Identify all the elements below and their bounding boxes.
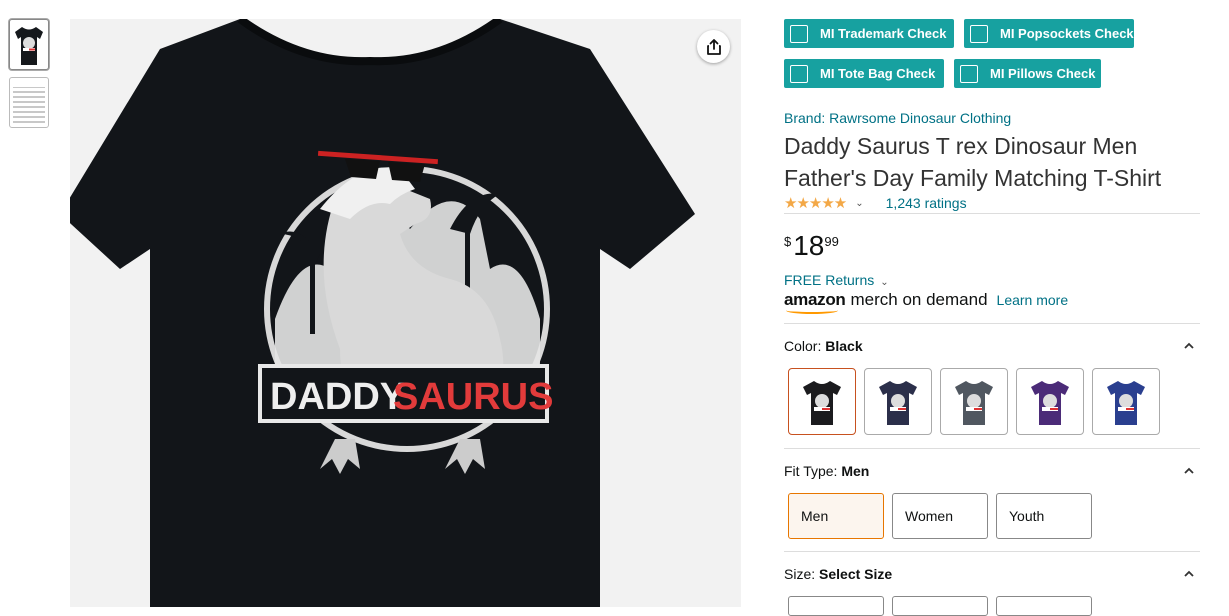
size-option[interactable] xyxy=(996,596,1092,616)
checkbox-icon[interactable] xyxy=(790,64,808,83)
thumbnail-size-chart[interactable] xyxy=(9,77,49,128)
tshirt-thumbnail-icon xyxy=(15,26,43,65)
mi-check-label: MI Tote Bag Check xyxy=(820,66,936,81)
mi-check-label: MI Trademark Check xyxy=(820,26,947,41)
merch-on-demand: amazon merch on demand Learn more xyxy=(784,290,1069,314)
share-icon xyxy=(706,38,721,55)
color-selected-value: Black xyxy=(825,338,863,354)
mi-trademark-check-button[interactable]: MI Trademark Check xyxy=(784,19,954,48)
product-title: Daddy Saurus T rex Dinosaur Men Father's… xyxy=(784,133,1162,191)
checkbox-icon[interactable] xyxy=(970,24,988,43)
color-swatch-black[interactable] xyxy=(788,368,856,435)
amazon-logo: amazon xyxy=(784,290,846,314)
mi-tote-bag-check-button[interactable]: MI Tote Bag Check xyxy=(784,59,944,88)
size-label-text: Size: xyxy=(784,566,816,582)
size-selected-value: Select Size xyxy=(819,566,893,582)
tshirt-image: DADDY SAURUS xyxy=(70,19,695,607)
fit-option-women[interactable]: Women xyxy=(892,493,988,539)
color-swatch-purple[interactable] xyxy=(1016,368,1084,435)
size-label: Size: Select Size xyxy=(784,566,892,582)
price-whole: 18 xyxy=(793,230,825,261)
tshirt-swatch-icon xyxy=(1031,380,1069,425)
divider xyxy=(784,448,1200,449)
mi-check-label: MI Pillows Check xyxy=(990,66,1096,81)
price: $ 18 99 xyxy=(784,230,839,262)
mi-popsockets-check-button[interactable]: MI Popsockets Check xyxy=(964,19,1134,48)
tshirt-swatch-icon xyxy=(879,380,917,425)
fit-type-label: Fit Type: Men xyxy=(784,463,869,479)
color-label: Color: Black xyxy=(784,338,863,354)
chevron-up-icon[interactable] xyxy=(1184,466,1194,476)
size-chart-icon xyxy=(13,83,45,123)
tshirt-swatch-icon xyxy=(803,380,841,425)
size-option[interactable] xyxy=(892,596,988,616)
divider xyxy=(784,323,1200,324)
fit-type-label-text: Fit Type: xyxy=(784,463,838,479)
chevron-down-icon: ⌄ xyxy=(880,277,889,288)
checkbox-icon[interactable] xyxy=(790,24,808,43)
tshirt-swatch-icon xyxy=(955,380,993,425)
ratings-count-link[interactable]: 1,243 ratings xyxy=(886,195,967,211)
price-fraction: 99 xyxy=(824,234,839,249)
chevron-down-icon[interactable]: ⌄ xyxy=(855,198,863,209)
chevron-up-icon[interactable] xyxy=(1184,569,1194,579)
mi-check-label: MI Popsockets Check xyxy=(1000,26,1134,41)
thumbnail-tshirt-front[interactable] xyxy=(9,19,49,70)
free-returns-link[interactable]: FREE Returns ⌄ xyxy=(784,272,889,288)
fit-option-men[interactable]: Men xyxy=(788,493,884,539)
rating-row: ★★★★★ ⌄ 1,243 ratings xyxy=(784,194,967,212)
print-text-saurus: SAURUS xyxy=(393,376,553,418)
star-rating-icon[interactable]: ★★★★★ xyxy=(784,194,847,212)
chevron-up-icon[interactable] xyxy=(1184,341,1194,351)
color-label-text: Color: xyxy=(784,338,822,354)
mi-pillows-check-button[interactable]: MI Pillows Check xyxy=(954,59,1101,88)
color-swatch-heather-grey[interactable] xyxy=(940,368,1008,435)
price-symbol: $ xyxy=(784,234,792,249)
fit-type-selected-value: Men xyxy=(841,463,870,479)
fit-option-youth[interactable]: Youth xyxy=(996,493,1092,539)
color-swatch-navy[interactable] xyxy=(864,368,932,435)
tshirt-swatch-icon xyxy=(1107,380,1145,425)
divider xyxy=(784,213,1200,214)
image-thumbnails xyxy=(9,19,49,135)
merch-on-demand-text: merch on demand xyxy=(850,290,988,309)
share-button[interactable] xyxy=(697,30,730,63)
checkbox-icon[interactable] xyxy=(960,64,978,83)
main-product-image[interactable]: DADDY SAURUS xyxy=(70,19,741,607)
color-swatch-royal-blue[interactable] xyxy=(1092,368,1160,435)
learn-more-link[interactable]: Learn more xyxy=(997,292,1069,308)
divider xyxy=(784,551,1200,552)
brand-link[interactable]: Brand: Rawrsome Dinosaur Clothing xyxy=(784,110,1011,126)
print-text-daddy: DADDY xyxy=(270,376,405,418)
free-returns-label: FREE Returns xyxy=(784,272,875,288)
size-option[interactable] xyxy=(788,596,884,616)
